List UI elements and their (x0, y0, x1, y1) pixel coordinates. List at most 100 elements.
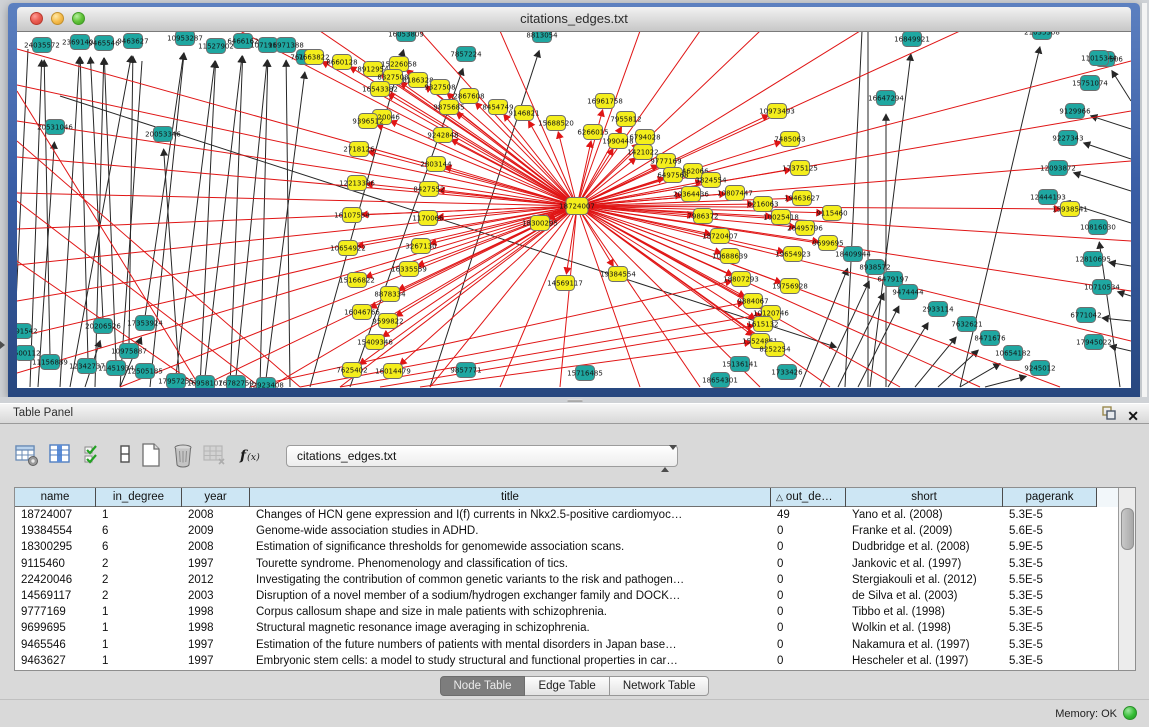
graph-node[interactable]: 10807447 (717, 186, 753, 201)
graph-node[interactable]: 16053809 (388, 32, 424, 42)
graph-node[interactable]: 19654923 (775, 247, 811, 262)
column-header-year[interactable]: year (182, 488, 250, 507)
graph-node[interactable]: 19463627 (784, 191, 820, 206)
graph-edge (176, 61, 215, 375)
graph-node[interactable]: 3267130 (405, 239, 436, 254)
table-scrollbar[interactable] (1118, 488, 1135, 670)
float-panel-icon[interactable] (1101, 405, 1117, 426)
graph-node[interactable]: 9699695 (812, 236, 843, 251)
graph-node[interactable]: 24035572 (24, 38, 60, 53)
table-row[interactable]: 1938455462009Genome-wide association stu… (15, 523, 1120, 539)
column-header-name[interactable]: name (15, 488, 96, 507)
graph-node[interactable]: 16107554 (334, 208, 370, 223)
table-row[interactable]: 911546021997Tourette syndrome. Phenomeno… (15, 556, 1120, 572)
graph-node[interactable]: 2933114 (922, 302, 954, 317)
graph-node[interactable]: 9463627 (117, 34, 148, 49)
table-cell: Embryonic stem cells: a model to study s… (250, 653, 771, 669)
column-header-pagerank[interactable]: pagerank (1003, 488, 1097, 507)
splitter-handle-icon[interactable] (567, 399, 583, 402)
table-row[interactable]: 2242004622012Investigating the contribut… (15, 572, 1120, 588)
table-selector-dropdown[interactable]: citations_edges.txt (286, 445, 678, 467)
graph-node[interactable]: 12444193 (1030, 190, 1066, 205)
graph-node[interactable]: 15136141 (722, 357, 758, 372)
graph-node[interactable]: 14569117 (547, 276, 583, 291)
graph-node[interactable]: 7632621 (951, 317, 982, 332)
graph-node[interactable]: 15751074 (1072, 76, 1108, 91)
graph-node[interactable]: 7955812 (610, 112, 641, 127)
import-table-icon[interactable] (202, 442, 228, 468)
graph-node[interactable]: 6771042 (1070, 308, 1101, 323)
graph-node[interactable]: 10975887 (111, 344, 147, 359)
graph-node[interactable]: 7485063 (774, 132, 805, 147)
table-settings-icon[interactable] (14, 442, 40, 468)
graph-node[interactable]: 26495796 (787, 221, 823, 236)
graph-node[interactable]: 10688639 (712, 249, 748, 264)
function-builder-icon[interactable]: f (x) (238, 442, 264, 468)
graph-node[interactable]: 19384554 (600, 267, 636, 282)
column-header-filler (1097, 488, 1120, 507)
graph-node[interactable]: 2718126 (343, 142, 375, 157)
column-header-out_de[interactable]: △out_de… (771, 488, 846, 507)
table-row[interactable]: 969969511998Structural magnetic resonanc… (15, 620, 1120, 636)
graph-node[interactable]: 6794028 (629, 130, 660, 145)
graph-node[interactable]: 10654182 (995, 346, 1031, 361)
graph-node[interactable]: 18409944 (835, 247, 871, 262)
tab-network-table[interactable]: Network Table (610, 676, 710, 696)
table-row[interactable]: 1830029562008Estimation of significance … (15, 539, 1120, 555)
table-row[interactable]: 977716911998Corpus callosum shape and si… (15, 604, 1120, 620)
graph-node[interactable]: 9857771 (450, 363, 481, 378)
graph-node[interactable]: 20206526 (85, 319, 121, 334)
column-header-title[interactable]: title (250, 488, 771, 507)
graph-node[interactable]: 16849921 (894, 32, 930, 47)
graph-node[interactable]: 1733426 (771, 365, 803, 380)
table-cell: 9699695 (15, 620, 96, 636)
graph-node[interactable]: 21035308 (1024, 32, 1060, 40)
column-header-short[interactable]: short (846, 488, 1003, 507)
row-select-icon[interactable] (82, 442, 108, 468)
graph-node[interactable]: 10816030 (1080, 220, 1116, 235)
graph-node[interactable]: 9227343 (1052, 131, 1083, 146)
graph-node-label: 8500112 (17, 349, 41, 357)
graph-node[interactable]: 18720407 (702, 229, 738, 244)
graph-node[interactable]: 17945022 (1076, 335, 1112, 350)
rows-icon[interactable] (112, 442, 138, 468)
graph-node[interactable]: 7986372 (687, 209, 718, 224)
delete-table-icon[interactable] (170, 442, 196, 468)
graph-node[interactable]: 15716485 (567, 366, 603, 381)
column-visibility-icon[interactable] (48, 442, 74, 468)
tab-edge-table[interactable]: Edge Table (525, 676, 609, 696)
table-row[interactable]: 1872400712008Changes of HCN gene express… (15, 507, 1120, 523)
column-header-in_degree[interactable]: in_degree (96, 488, 182, 507)
table-row[interactable]: 946554611997Estimation of the future num… (15, 637, 1120, 653)
network-graph[interactable]: 2403557223691406946554694636271095328711… (17, 32, 1131, 388)
graph-node[interactable]: 9245012 (1024, 361, 1055, 376)
table-row[interactable]: 946362711997Embryonic stem cells: a mode… (15, 653, 1120, 669)
new-table-icon[interactable] (138, 442, 164, 468)
graph-node[interactable]: 9391542 (17, 324, 38, 339)
graph-node[interactable]: 10710534 (1084, 280, 1120, 295)
scrollbar-thumb[interactable] (1121, 508, 1134, 550)
close-panel-icon[interactable]: ✕ (1127, 407, 1139, 425)
graph-node[interactable]: 7857224 (450, 47, 482, 62)
graph-node[interactable]: 9129966 (1059, 104, 1091, 119)
graph-node[interactable]: 17353924 (127, 316, 163, 331)
window-titlebar[interactable]: citations_edges.txt (17, 7, 1131, 32)
graph-node[interactable]: 17375125 (782, 161, 818, 176)
graph-node[interactable]: 15166822 (339, 273, 375, 288)
graph-node[interactable]: 16335559 (391, 262, 427, 277)
table-row[interactable]: 1456911722003Disruption of a novel membe… (15, 588, 1120, 604)
graph-node[interactable]: 15688520 (538, 116, 574, 131)
graph-node-label: 8660128 (326, 58, 357, 66)
graph-node[interactable]: 10973493 (759, 104, 795, 119)
graph-node[interactable]: 15938541 (1052, 202, 1088, 217)
tab-node-table[interactable]: Node Table (440, 676, 526, 696)
graph-node[interactable]: 18654301 (702, 373, 738, 388)
graph-node[interactable]: 8471676 (974, 331, 1006, 346)
graph-node[interactable]: 12810695 (1075, 252, 1111, 267)
graph-node[interactable]: 16647294 (868, 91, 904, 106)
graph-node[interactable]: 12093872 (1040, 161, 1076, 176)
graph-node[interactable]: 15409346 (357, 335, 393, 350)
network-canvas[interactable]: 2403557223691406946554694636271095328711… (17, 32, 1131, 388)
graph-node[interactable]: 8813054 (526, 32, 558, 43)
graph-node[interactable]: 16961758 (587, 94, 623, 109)
